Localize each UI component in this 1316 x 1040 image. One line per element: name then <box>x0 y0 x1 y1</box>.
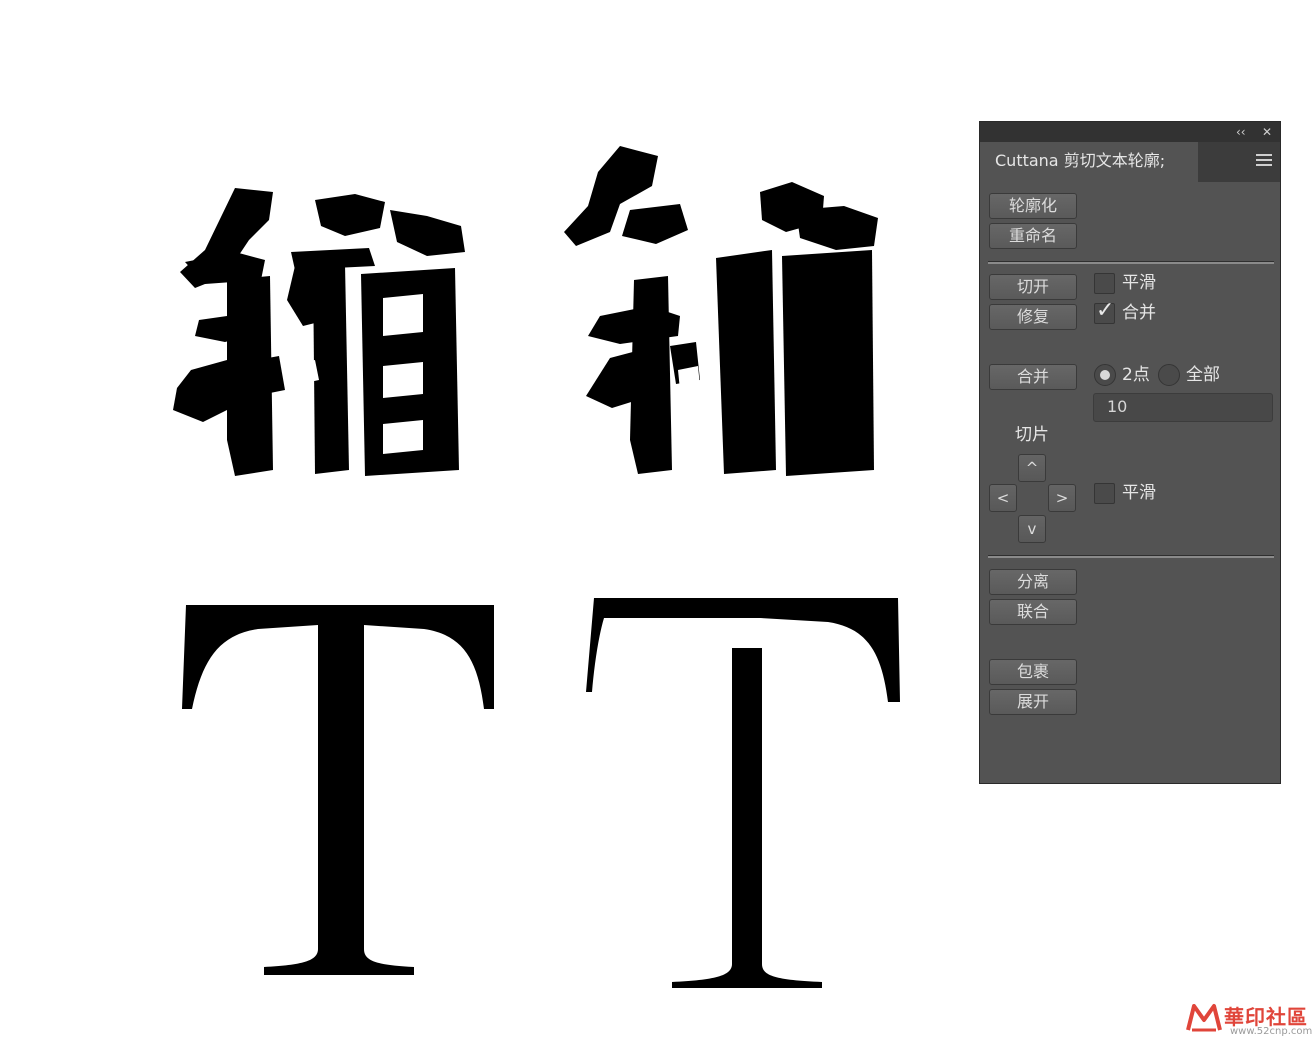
rename-button[interactable]: 重命名 <box>989 223 1077 249</box>
smooth-checkbox-1[interactable] <box>1094 273 1115 294</box>
smooth-checkbox-2[interactable] <box>1094 483 1115 504</box>
expand-button[interactable]: 展开 <box>989 689 1077 715</box>
slice-label: 切片 <box>1015 425 1049 445</box>
cut-button[interactable]: 切开 <box>989 274 1077 300</box>
serif-letter-t-left <box>182 605 494 975</box>
watermark: 華印社區 www.52cnp.com <box>1184 1000 1312 1038</box>
radio-2pt[interactable] <box>1094 364 1116 386</box>
close-icon[interactable]: ✕ <box>1262 124 1272 140</box>
serif-letter-t-right <box>586 598 900 988</box>
repair-button[interactable]: 修复 <box>989 304 1077 330</box>
merge-button[interactable]: 合并 <box>989 364 1077 390</box>
arrow-right-button[interactable]: > <box>1048 484 1076 512</box>
divider-2 <box>988 555 1274 558</box>
panel-tab-row: Cuttana 剪切文本轮廓; <box>980 142 1280 182</box>
arrow-left-button[interactable]: < <box>989 484 1017 512</box>
smooth-label-2: 平滑 <box>1122 483 1156 503</box>
arrow-up-button[interactable]: ^ <box>1018 454 1046 482</box>
merge-check-label: 合并 <box>1122 303 1156 323</box>
watermark-url: www.52cnp.com <box>1230 1026 1313 1037</box>
outline-button[interactable]: 轮廓化 <box>989 193 1077 219</box>
artboard-canvas <box>0 0 960 1040</box>
radio-2pt-label: 2点 <box>1122 365 1150 385</box>
tab-cuttana[interactable]: Cuttana 剪切文本轮廓; <box>980 142 1198 182</box>
collapse-icon[interactable]: ‹‹ <box>1236 124 1246 140</box>
cuttana-panel: ‹‹ ✕ Cuttana 剪切文本轮廓; 轮廓化 重命名 切开 修复 平滑 ✓ … <box>979 121 1281 784</box>
wrap-button[interactable]: 包裹 <box>989 659 1077 685</box>
checkmark-icon: ✓ <box>1096 298 1115 323</box>
value-input[interactable]: 10 <box>1093 393 1273 422</box>
radio-selected-dot <box>1100 370 1110 380</box>
watermark-logo-icon <box>1186 1004 1222 1032</box>
panel-topbar: ‹‹ ✕ <box>980 122 1280 142</box>
arrow-down-button[interactable]: v <box>1018 515 1046 543</box>
brush-glyph-left <box>173 188 465 476</box>
smooth-label-1: 平滑 <box>1122 273 1156 293</box>
divider-1 <box>988 261 1274 264</box>
brush-glyph-right <box>564 146 878 476</box>
separate-button[interactable]: 分离 <box>989 569 1077 595</box>
join-button[interactable]: 联合 <box>989 599 1077 625</box>
radio-all-label: 全部 <box>1186 365 1220 385</box>
radio-all[interactable] <box>1158 364 1180 386</box>
merge-checkbox[interactable]: ✓ <box>1094 298 1115 324</box>
panel-menu-icon[interactable] <box>1256 154 1272 168</box>
